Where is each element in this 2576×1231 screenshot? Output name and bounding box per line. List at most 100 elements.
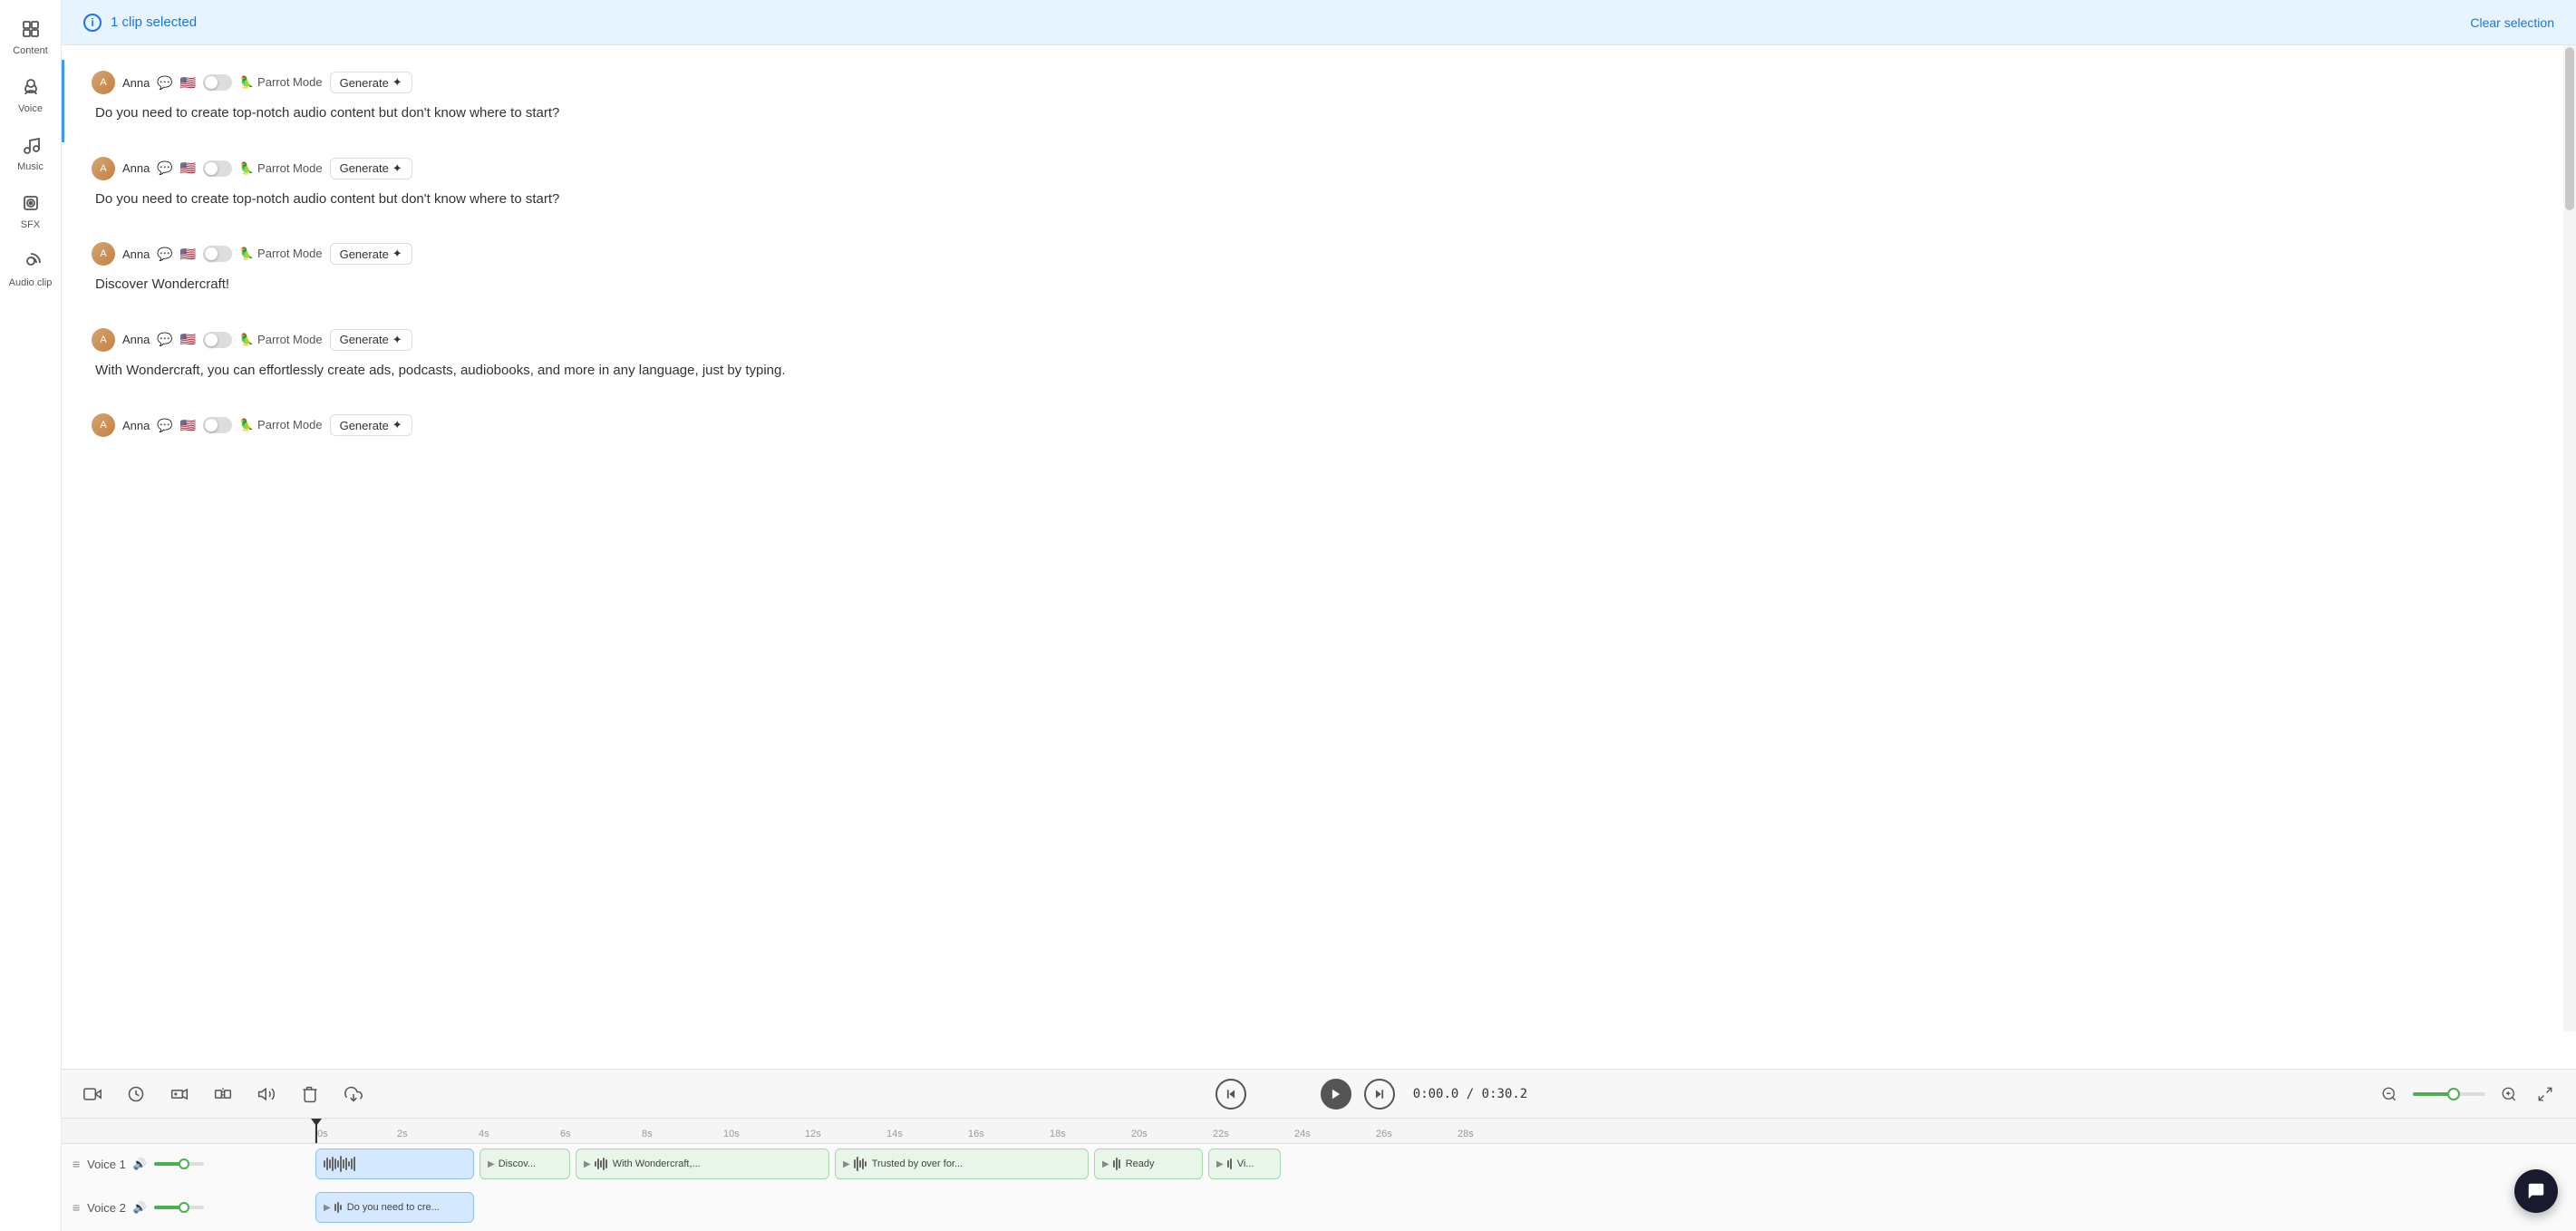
toolbar-left — [80, 1081, 366, 1107]
voice-name-4: Anna — [122, 333, 150, 346]
skip-back-button[interactable] — [1215, 1079, 1246, 1110]
avatar-1: A — [92, 71, 115, 94]
toggle-2[interactable] — [203, 160, 232, 177]
toggle-wrap-5[interactable] — [203, 417, 232, 433]
track-mute-voice1[interactable]: 🔊 — [133, 1158, 147, 1170]
tick-0s: 0s — [315, 1129, 397, 1139]
sidebar-item-sfx[interactable]: SFX — [5, 183, 57, 237]
clip-label-v1-5: Ready — [1126, 1158, 1155, 1169]
sidebar-item-audioclip-label: Audio clip — [9, 277, 53, 288]
sidebar-item-audioclip[interactable]: Audio clip — [5, 241, 57, 296]
chat-icon-2: 💬 — [157, 160, 172, 176]
waveform-v2-1 — [334, 1198, 342, 1216]
toggle-wrap-2[interactable] — [203, 160, 232, 177]
tick-20s: 20s — [1131, 1129, 1213, 1139]
volume-slider-voice2[interactable] — [154, 1206, 204, 1209]
flag-1: 🇺🇸 — [180, 75, 196, 91]
toggle-3[interactable] — [203, 246, 232, 262]
clip-block-1: A Anna 💬 🇺🇸 🦜 Parrot Mode Generate ✦ Do … — [62, 60, 2576, 142]
volume-icon[interactable] — [254, 1081, 279, 1107]
toolbar-right — [2377, 1081, 2558, 1107]
timeline-clip-v2-1[interactable]: ▶ Do you need to cre... — [315, 1192, 474, 1223]
zoom-in-icon[interactable] — [2496, 1081, 2522, 1107]
voice-name-5: Anna — [122, 419, 150, 432]
tick-8s: 8s — [642, 1129, 723, 1139]
timeline-clip-v1-4[interactable]: ▶ Trusted by over for... — [835, 1149, 1089, 1179]
clip-header-5: A Anna 💬 🇺🇸 🦜 Parrot Mode Generate ✦ — [92, 413, 2554, 437]
play-button[interactable] — [1321, 1079, 1351, 1110]
avatar-4: A — [92, 328, 115, 352]
selection-info: i 1 clip selected — [83, 14, 197, 32]
track-mute-voice2[interactable]: 🔊 — [133, 1201, 147, 1214]
generate-btn-2[interactable]: Generate ✦ — [330, 158, 412, 179]
timeline-area[interactable]: 0s 2s 4s 6s 8s 10s 12s 14s 16s 18s 20s 2… — [62, 1118, 2576, 1231]
camera-icon[interactable] — [80, 1081, 105, 1107]
toggle-1[interactable] — [203, 74, 232, 91]
toggle-4[interactable] — [203, 332, 232, 348]
sidebar-item-voice-label: Voice — [18, 103, 43, 114]
toggle-wrap-3[interactable] — [203, 246, 232, 262]
add-clip-icon[interactable] — [167, 1081, 192, 1107]
play-icon-v1-2: ▶ — [488, 1159, 495, 1169]
clear-selection-button[interactable]: Clear selection — [2470, 15, 2554, 30]
selection-count: 1 clip selected — [111, 15, 197, 30]
generate-btn-3[interactable]: Generate ✦ — [330, 243, 412, 265]
waveform-v1-4 — [854, 1155, 867, 1173]
volume-slider-voice1[interactable] — [154, 1162, 204, 1166]
generate-btn-4[interactable]: Generate ✦ — [330, 329, 412, 351]
timeline-clip-v1-1[interactable] — [315, 1149, 474, 1179]
toggle-5[interactable] — [203, 417, 232, 433]
script-area[interactable]: A Anna 💬 🇺🇸 🦜 Parrot Mode Generate ✦ Do … — [62, 45, 2576, 1069]
clip-text-3[interactable]: Discover Wondercraft! — [92, 275, 2554, 296]
time-total: 0:30.2 — [1482, 1087, 1528, 1101]
chat-icon-5: 💬 — [157, 418, 172, 433]
avatar-3: A — [92, 242, 115, 266]
sidebar-item-voice[interactable]: Voice — [5, 67, 57, 121]
sidebar-item-content[interactable]: Content — [5, 9, 57, 63]
zoom-out-icon[interactable] — [2377, 1081, 2402, 1107]
flag-3: 🇺🇸 — [180, 247, 196, 262]
toggle-knob-4 — [205, 334, 218, 346]
timeline-clip-v1-6[interactable]: ▶ Vi... — [1208, 1149, 1281, 1179]
history-icon[interactable] — [123, 1081, 149, 1107]
tick-24s: 24s — [1294, 1129, 1376, 1139]
chat-button[interactable] — [2514, 1169, 2558, 1213]
generate-btn-1[interactable]: Generate ✦ — [330, 72, 412, 93]
zoom-slider-thumb — [2447, 1088, 2460, 1100]
skip-forward-button[interactable] — [1364, 1079, 1395, 1110]
clip-label-v1-6: Vi... — [1237, 1158, 1254, 1169]
clip-text-2[interactable]: Do you need to create top-notch audio co… — [92, 189, 2554, 210]
timeline-clip-v1-3[interactable]: ▶ With Wondercraft,... — [576, 1149, 829, 1179]
clip-text-1[interactable]: Do you need to create top-notch audio co… — [92, 103, 2554, 124]
download-icon[interactable] — [341, 1081, 366, 1107]
tick-12s: 12s — [805, 1129, 886, 1139]
tick-18s: 18s — [1050, 1129, 1131, 1139]
volume-thumb-voice2 — [179, 1202, 189, 1213]
voice-icon — [18, 74, 44, 100]
zoom-slider-container[interactable] — [2413, 1092, 2485, 1096]
clip-block-4: A Anna 💬 🇺🇸 🦜 Parrot Mode Generate ✦ Wit… — [62, 317, 2576, 400]
toggle-wrap-1[interactable] — [203, 74, 232, 91]
fullscreen-icon[interactable] — [2532, 1081, 2558, 1107]
flag-4: 🇺🇸 — [180, 332, 196, 347]
toggle-wrap-4[interactable] — [203, 332, 232, 348]
scrollbar-thumb[interactable] — [2565, 47, 2574, 210]
track-label-voice2: ≡ Voice 2 🔊 — [62, 1200, 315, 1215]
flag-5: 🇺🇸 — [180, 418, 196, 433]
zoom-slider[interactable] — [2413, 1092, 2485, 1096]
parrot-mode-5: 🦜 Parrot Mode — [239, 418, 322, 432]
timeline-ruler: 0s 2s 4s 6s 8s 10s 12s 14s 16s 18s 20s 2… — [62, 1119, 2576, 1144]
sidebar-item-content-label: Content — [13, 45, 48, 56]
delete-icon[interactable] — [297, 1081, 323, 1107]
generate-btn-5[interactable]: Generate ✦ — [330, 414, 412, 436]
timeline-clip-v1-2[interactable]: ▶ Discov... — [479, 1149, 570, 1179]
track-voice1: ≡ Voice 1 🔊 ▶ Discov... — [62, 1144, 2576, 1184]
timeline-clip-v1-5[interactable]: ▶ Ready — [1094, 1149, 1203, 1179]
clip-text-4[interactable]: With Wondercraft, you can effortlessly c… — [92, 361, 2554, 382]
outer-scrollbar[interactable] — [2563, 45, 2576, 1032]
play-icon-v1-4: ▶ — [843, 1159, 850, 1169]
waveform-v1-3 — [595, 1155, 607, 1173]
sidebar-item-music[interactable]: Music — [5, 125, 57, 179]
toggle-knob-1 — [205, 76, 218, 89]
split-icon[interactable] — [210, 1081, 236, 1107]
